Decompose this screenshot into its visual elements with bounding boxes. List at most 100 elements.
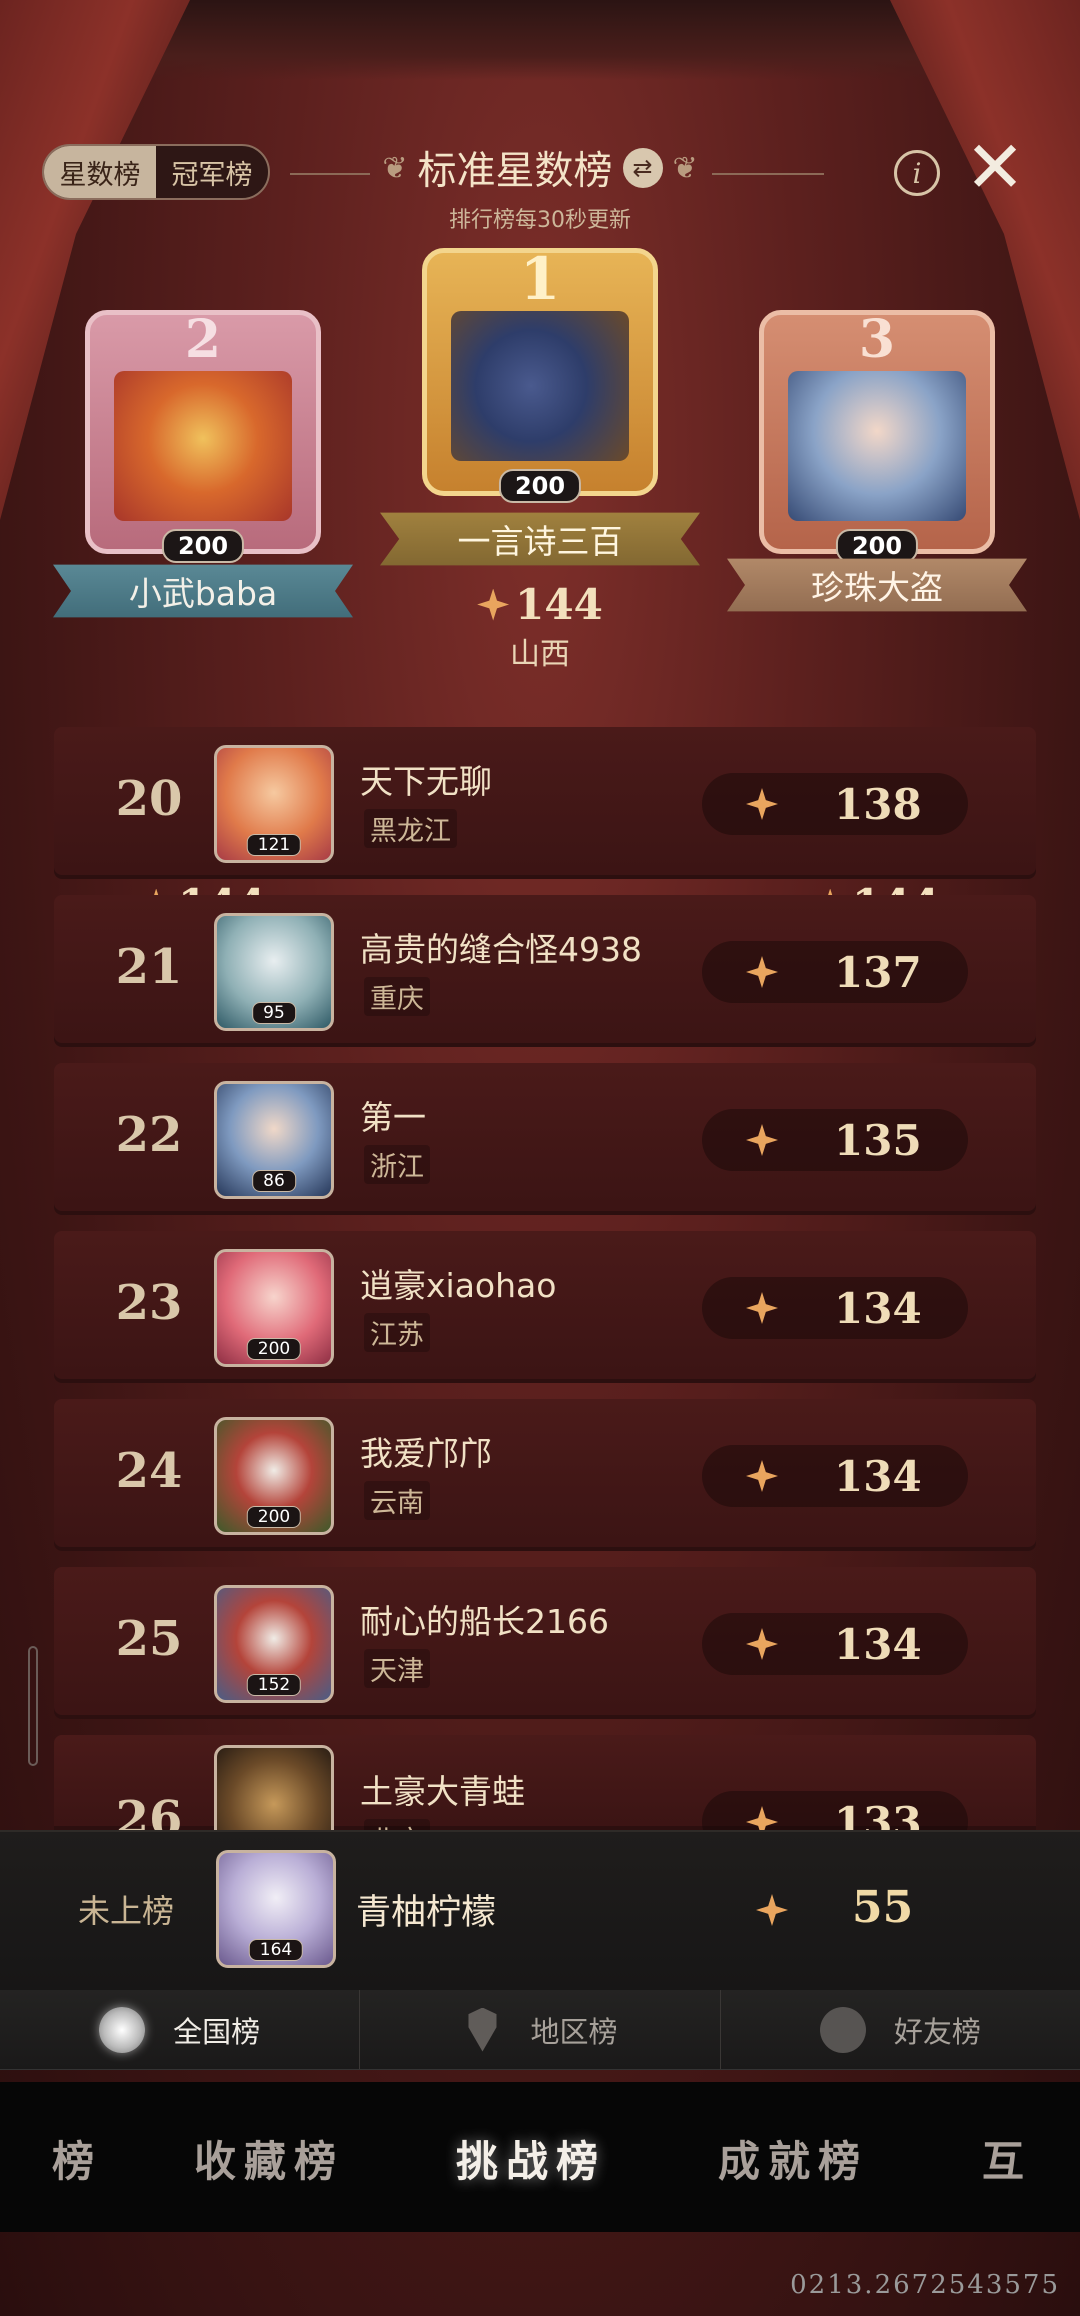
player-region: 云南 bbox=[364, 1481, 430, 1520]
avatar[interactable]: 86 bbox=[214, 1081, 334, 1199]
player-name: 逍豪xiaohao bbox=[360, 1266, 557, 1305]
nav-item-partial-left[interactable]: 榜 bbox=[52, 2128, 102, 2189]
update-notice: 排行榜每30秒更新 bbox=[449, 208, 631, 233]
score-value: 134 bbox=[834, 1283, 922, 1333]
player-name: 一言诗三百 bbox=[380, 512, 700, 566]
avatar-image bbox=[451, 311, 629, 461]
avatar-frame: 3 200 bbox=[759, 309, 995, 563]
score-value: 133 bbox=[834, 1797, 922, 1831]
player-name: 高贵的缝合怪4938 bbox=[360, 930, 642, 969]
level-badge: 200 bbox=[498, 469, 582, 503]
ranking-row[interactable]: 23 200 逍豪xiaohao 江苏 134 bbox=[54, 1231, 1036, 1383]
podium-score: 144 bbox=[374, 580, 706, 629]
avatar-image bbox=[114, 371, 292, 521]
avatar[interactable]: 200 bbox=[214, 1417, 334, 1535]
level-badge: 86 bbox=[252, 1170, 296, 1192]
star-icon bbox=[746, 1460, 778, 1492]
star-icon bbox=[746, 1292, 778, 1324]
list-scrollbar[interactable] bbox=[28, 1646, 38, 1766]
score-value: 134 bbox=[834, 1619, 922, 1669]
avatar-frame: 1 200 bbox=[422, 245, 658, 503]
score-pill: 133 bbox=[702, 1791, 968, 1830]
level-badge: 200 bbox=[835, 529, 919, 563]
ranking-row[interactable]: 26 土豪大青蛙 北京 133 bbox=[54, 1735, 1036, 1830]
level-badge: 152 bbox=[246, 1674, 302, 1696]
player-region: 天津 bbox=[364, 1649, 430, 1688]
avatar[interactable]: 152 bbox=[214, 1585, 334, 1703]
player-name: 土豪大青蛙 bbox=[360, 1772, 525, 1811]
podium-first[interactable]: 1 200 一言诗三百 144 山西 bbox=[374, 245, 706, 673]
rank-number: 25 bbox=[115, 1611, 183, 1667]
player-name: 我爱邝邝 bbox=[360, 1434, 492, 1473]
tab-regional[interactable]: 地区榜 bbox=[360, 1990, 721, 2069]
rank-number: 21 bbox=[115, 939, 183, 995]
level-badge: 200 bbox=[161, 529, 245, 563]
tab-label: 好友榜 bbox=[893, 2014, 981, 2049]
level-badge: 121 bbox=[246, 834, 302, 856]
player-region: 北京 bbox=[364, 1819, 430, 1830]
my-score: 55 bbox=[852, 1882, 914, 1933]
level-badge: 95 bbox=[252, 1002, 296, 1024]
star-icon bbox=[756, 1894, 788, 1926]
scope-tabs: 全国榜 地区榜 好友榜 bbox=[0, 1990, 1080, 2070]
player-region: 江苏 bbox=[364, 1313, 430, 1352]
my-rank-bar[interactable]: 未上榜 164 青柚柠檬 55 bbox=[0, 1830, 1080, 1990]
ranking-row[interactable]: 22 86 第一 浙江 135 bbox=[54, 1063, 1036, 1215]
nav-item-challenge[interactable]: 挑战榜 bbox=[456, 2128, 606, 2189]
star-icon bbox=[746, 956, 778, 988]
player-region: 山西 bbox=[510, 637, 570, 672]
my-avatar[interactable]: 164 bbox=[216, 1850, 336, 1968]
player-region: 黑龙江 bbox=[364, 809, 457, 848]
player-name: 第一 bbox=[360, 1098, 426, 1137]
level-badge: 164 bbox=[248, 1939, 304, 1961]
ranking-row[interactable]: 24 200 我爱邝邝 云南 134 bbox=[54, 1399, 1036, 1551]
player-name: 珍珠大盗 bbox=[727, 558, 1027, 612]
my-name: 青柚柠檬 bbox=[356, 1893, 497, 1933]
player-region: 浙江 bbox=[364, 1145, 430, 1184]
tab-label: 全国榜 bbox=[173, 2014, 261, 2049]
rank-number: 23 bbox=[115, 1275, 183, 1331]
score-value: 144 bbox=[515, 580, 603, 629]
page-title: 标准星数榜 bbox=[417, 149, 613, 194]
globe-icon bbox=[99, 2006, 146, 2053]
nav-item-achievement[interactable]: 成就榜 bbox=[718, 2128, 868, 2189]
podium-rank: 3 bbox=[858, 309, 896, 370]
player-name: 小武baba bbox=[53, 564, 353, 618]
score-pill: 134 bbox=[702, 1613, 968, 1675]
category-nav: 榜 收藏榜 挑战榜 成就榜 互 bbox=[0, 2082, 1080, 2232]
score-value: 137 bbox=[834, 947, 922, 997]
ranking-row[interactable]: 25 152 耐心的船长2166 天津 134 bbox=[54, 1567, 1036, 1719]
player-name: 天下无聊 bbox=[360, 762, 492, 801]
star-icon bbox=[746, 1124, 778, 1156]
nav-item-partial-right[interactable]: 互 bbox=[982, 2128, 1032, 2189]
avatar[interactable]: 121 bbox=[214, 745, 334, 863]
score-value: 138 bbox=[834, 779, 922, 829]
tab-label: 地区榜 bbox=[530, 2014, 618, 2049]
score-pill: 135 bbox=[702, 1109, 968, 1171]
avatar[interactable]: 95 bbox=[214, 913, 334, 1031]
star-icon bbox=[746, 1806, 778, 1830]
level-badge: 200 bbox=[246, 1506, 302, 1528]
nav-item-collection[interactable]: 收藏榜 bbox=[194, 2128, 344, 2189]
ranking-row[interactable]: 20 121 天下无聊 黑龙江 138 bbox=[54, 727, 1036, 879]
info-button[interactable]: i bbox=[894, 150, 940, 196]
avatar-image bbox=[788, 371, 966, 521]
friends-icon bbox=[819, 2006, 866, 2053]
close-button[interactable]: ✕ bbox=[960, 131, 1030, 203]
switch-board-icon[interactable]: ⇄ bbox=[622, 148, 663, 188]
tab-national[interactable]: 全国榜 bbox=[0, 1990, 361, 2069]
rank-number: 26 bbox=[115, 1791, 183, 1830]
score-value: 135 bbox=[834, 1115, 922, 1165]
tab-friends[interactable]: 好友榜 bbox=[721, 1990, 1080, 2069]
ranking-row[interactable]: 21 95 高贵的缝合怪4938 重庆 137 bbox=[54, 895, 1036, 1047]
rank-number: 24 bbox=[115, 1443, 183, 1499]
podium-rank: 2 bbox=[184, 309, 222, 370]
podium-rank: 1 bbox=[519, 245, 561, 313]
score-pill: 134 bbox=[702, 1277, 968, 1339]
avatar[interactable] bbox=[214, 1745, 334, 1830]
ornament-right-icon: ❦ bbox=[672, 150, 698, 186]
avatar[interactable]: 200 bbox=[214, 1249, 334, 1367]
score-value: 134 bbox=[834, 1451, 922, 1501]
score-pill: 134 bbox=[702, 1445, 968, 1507]
star-icon bbox=[746, 1628, 778, 1660]
